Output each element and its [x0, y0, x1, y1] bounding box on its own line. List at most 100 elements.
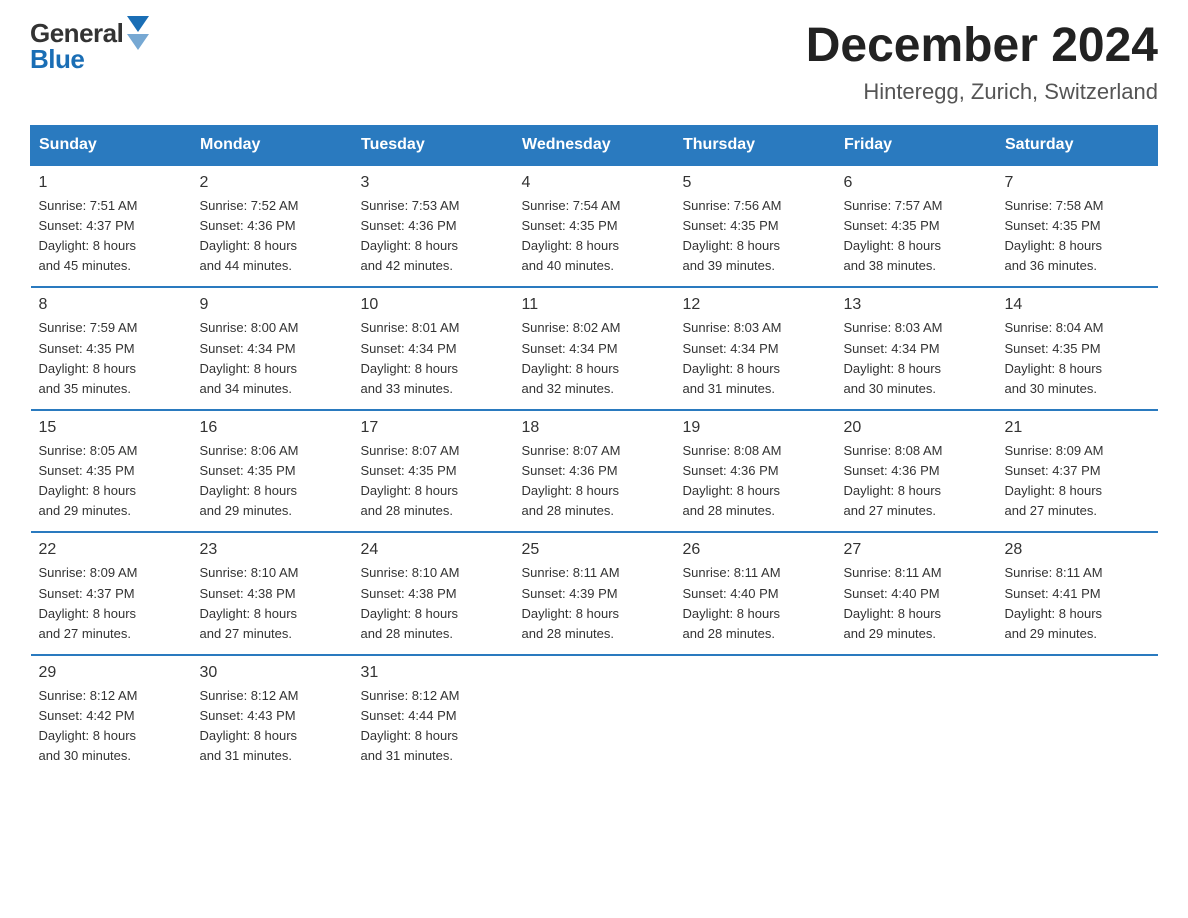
- day-number: 17: [361, 419, 506, 437]
- calendar-day-cell: 21 Sunrise: 8:09 AMSunset: 4:37 PMDaylig…: [997, 410, 1158, 533]
- day-info: Sunrise: 8:10 AMSunset: 4:38 PMDaylight:…: [361, 563, 506, 644]
- day-info: Sunrise: 7:58 AMSunset: 4:35 PMDaylight:…: [1005, 196, 1150, 277]
- day-number: 31: [361, 664, 506, 682]
- weekday-header-thursday: Thursday: [675, 125, 836, 165]
- weekday-header-sunday: Sunday: [31, 125, 192, 165]
- day-info: Sunrise: 8:12 AMSunset: 4:43 PMDaylight:…: [200, 686, 345, 767]
- day-number: 29: [39, 664, 184, 682]
- calendar-day-cell: 19 Sunrise: 8:08 AMSunset: 4:36 PMDaylig…: [675, 410, 836, 533]
- day-info: Sunrise: 8:12 AMSunset: 4:42 PMDaylight:…: [39, 686, 184, 767]
- calendar-week-row: 1 Sunrise: 7:51 AMSunset: 4:37 PMDayligh…: [31, 165, 1158, 288]
- day-info: Sunrise: 7:59 AMSunset: 4:35 PMDaylight:…: [39, 318, 184, 399]
- day-info: Sunrise: 7:56 AMSunset: 4:35 PMDaylight:…: [683, 196, 828, 277]
- day-info: Sunrise: 8:07 AMSunset: 4:35 PMDaylight:…: [361, 441, 506, 522]
- logo-general: General: [30, 20, 123, 46]
- calendar-day-cell: 16 Sunrise: 8:06 AMSunset: 4:35 PMDaylig…: [192, 410, 353, 533]
- day-number: 5: [683, 174, 828, 192]
- day-info: Sunrise: 8:08 AMSunset: 4:36 PMDaylight:…: [683, 441, 828, 522]
- calendar-day-cell: 8 Sunrise: 7:59 AMSunset: 4:35 PMDayligh…: [31, 287, 192, 410]
- day-info: Sunrise: 8:09 AMSunset: 4:37 PMDaylight:…: [39, 563, 184, 644]
- day-number: 19: [683, 419, 828, 437]
- day-info: Sunrise: 8:11 AMSunset: 4:41 PMDaylight:…: [1005, 563, 1150, 644]
- calendar-day-cell: 18 Sunrise: 8:07 AMSunset: 4:36 PMDaylig…: [514, 410, 675, 533]
- day-info: Sunrise: 8:01 AMSunset: 4:34 PMDaylight:…: [361, 318, 506, 399]
- calendar-day-cell: 23 Sunrise: 8:10 AMSunset: 4:38 PMDaylig…: [192, 532, 353, 655]
- day-number: 6: [844, 174, 989, 192]
- day-number: 24: [361, 541, 506, 559]
- page-header: General Blue December 2024 Hinteregg, Zu…: [30, 20, 1158, 105]
- day-number: 15: [39, 419, 184, 437]
- day-info: Sunrise: 8:04 AMSunset: 4:35 PMDaylight:…: [1005, 318, 1150, 399]
- calendar-day-cell: 25 Sunrise: 8:11 AMSunset: 4:39 PMDaylig…: [514, 532, 675, 655]
- weekday-header-row: SundayMondayTuesdayWednesdayThursdayFrid…: [31, 125, 1158, 165]
- day-number: 21: [1005, 419, 1150, 437]
- calendar-day-cell: 13 Sunrise: 8:03 AMSunset: 4:34 PMDaylig…: [836, 287, 997, 410]
- calendar-day-cell: 9 Sunrise: 8:00 AMSunset: 4:34 PMDayligh…: [192, 287, 353, 410]
- calendar-day-cell: 29 Sunrise: 8:12 AMSunset: 4:42 PMDaylig…: [31, 655, 192, 777]
- calendar-day-cell: 22 Sunrise: 8:09 AMSunset: 4:37 PMDaylig…: [31, 532, 192, 655]
- day-info: Sunrise: 8:06 AMSunset: 4:35 PMDaylight:…: [200, 441, 345, 522]
- weekday-header-friday: Friday: [836, 125, 997, 165]
- calendar-day-cell: 10 Sunrise: 8:01 AMSunset: 4:34 PMDaylig…: [353, 287, 514, 410]
- day-info: Sunrise: 8:03 AMSunset: 4:34 PMDaylight:…: [844, 318, 989, 399]
- day-info: Sunrise: 8:10 AMSunset: 4:38 PMDaylight:…: [200, 563, 345, 644]
- day-info: Sunrise: 7:53 AMSunset: 4:36 PMDaylight:…: [361, 196, 506, 277]
- day-number: 14: [1005, 296, 1150, 314]
- calendar-day-cell: 5 Sunrise: 7:56 AMSunset: 4:35 PMDayligh…: [675, 165, 836, 288]
- calendar-day-cell: 26 Sunrise: 8:11 AMSunset: 4:40 PMDaylig…: [675, 532, 836, 655]
- calendar-day-cell: 27 Sunrise: 8:11 AMSunset: 4:40 PMDaylig…: [836, 532, 997, 655]
- day-number: 13: [844, 296, 989, 314]
- day-info: Sunrise: 8:09 AMSunset: 4:37 PMDaylight:…: [1005, 441, 1150, 522]
- day-number: 23: [200, 541, 345, 559]
- day-info: Sunrise: 8:05 AMSunset: 4:35 PMDaylight:…: [39, 441, 184, 522]
- day-info: Sunrise: 7:57 AMSunset: 4:35 PMDaylight:…: [844, 196, 989, 277]
- calendar-day-cell: 3 Sunrise: 7:53 AMSunset: 4:36 PMDayligh…: [353, 165, 514, 288]
- calendar-week-row: 29 Sunrise: 8:12 AMSunset: 4:42 PMDaylig…: [31, 655, 1158, 777]
- calendar-day-cell: 1 Sunrise: 7:51 AMSunset: 4:37 PMDayligh…: [31, 165, 192, 288]
- calendar-empty-cell: [514, 655, 675, 777]
- calendar-table: SundayMondayTuesdayWednesdayThursdayFrid…: [30, 125, 1158, 777]
- day-number: 18: [522, 419, 667, 437]
- logo-text: General Blue: [30, 20, 123, 72]
- calendar-day-cell: 30 Sunrise: 8:12 AMSunset: 4:43 PMDaylig…: [192, 655, 353, 777]
- day-number: 16: [200, 419, 345, 437]
- day-info: Sunrise: 8:11 AMSunset: 4:40 PMDaylight:…: [844, 563, 989, 644]
- day-number: 25: [522, 541, 667, 559]
- calendar-day-cell: 7 Sunrise: 7:58 AMSunset: 4:35 PMDayligh…: [997, 165, 1158, 288]
- day-info: Sunrise: 7:52 AMSunset: 4:36 PMDaylight:…: [200, 196, 345, 277]
- calendar-empty-cell: [836, 655, 997, 777]
- day-number: 1: [39, 174, 184, 192]
- weekday-header-wednesday: Wednesday: [514, 125, 675, 165]
- day-info: Sunrise: 8:02 AMSunset: 4:34 PMDaylight:…: [522, 318, 667, 399]
- calendar-day-cell: 2 Sunrise: 7:52 AMSunset: 4:36 PMDayligh…: [192, 165, 353, 288]
- logo-triangle-icon: [127, 16, 149, 69]
- calendar-day-cell: 14 Sunrise: 8:04 AMSunset: 4:35 PMDaylig…: [997, 287, 1158, 410]
- day-info: Sunrise: 8:08 AMSunset: 4:36 PMDaylight:…: [844, 441, 989, 522]
- day-info: Sunrise: 7:51 AMSunset: 4:37 PMDaylight:…: [39, 196, 184, 277]
- day-number: 27: [844, 541, 989, 559]
- calendar-day-cell: 17 Sunrise: 8:07 AMSunset: 4:35 PMDaylig…: [353, 410, 514, 533]
- day-info: Sunrise: 8:11 AMSunset: 4:40 PMDaylight:…: [683, 563, 828, 644]
- title-area: December 2024 Hinteregg, Zurich, Switzer…: [806, 20, 1158, 105]
- day-info: Sunrise: 8:07 AMSunset: 4:36 PMDaylight:…: [522, 441, 667, 522]
- calendar-day-cell: 15 Sunrise: 8:05 AMSunset: 4:35 PMDaylig…: [31, 410, 192, 533]
- calendar-day-cell: 20 Sunrise: 8:08 AMSunset: 4:36 PMDaylig…: [836, 410, 997, 533]
- weekday-header-saturday: Saturday: [997, 125, 1158, 165]
- weekday-header-tuesday: Tuesday: [353, 125, 514, 165]
- calendar-empty-cell: [997, 655, 1158, 777]
- logo-blue: Blue: [30, 46, 123, 72]
- logo-area: General Blue: [30, 20, 149, 72]
- calendar-day-cell: 12 Sunrise: 8:03 AMSunset: 4:34 PMDaylig…: [675, 287, 836, 410]
- day-info: Sunrise: 8:12 AMSunset: 4:44 PMDaylight:…: [361, 686, 506, 767]
- weekday-header-monday: Monday: [192, 125, 353, 165]
- day-info: Sunrise: 8:03 AMSunset: 4:34 PMDaylight:…: [683, 318, 828, 399]
- day-info: Sunrise: 8:11 AMSunset: 4:39 PMDaylight:…: [522, 563, 667, 644]
- day-number: 26: [683, 541, 828, 559]
- logo-wrapper: General Blue: [30, 20, 149, 72]
- calendar-week-row: 22 Sunrise: 8:09 AMSunset: 4:37 PMDaylig…: [31, 532, 1158, 655]
- day-number: 7: [1005, 174, 1150, 192]
- day-number: 10: [361, 296, 506, 314]
- day-number: 12: [683, 296, 828, 314]
- calendar-day-cell: 28 Sunrise: 8:11 AMSunset: 4:41 PMDaylig…: [997, 532, 1158, 655]
- day-number: 3: [361, 174, 506, 192]
